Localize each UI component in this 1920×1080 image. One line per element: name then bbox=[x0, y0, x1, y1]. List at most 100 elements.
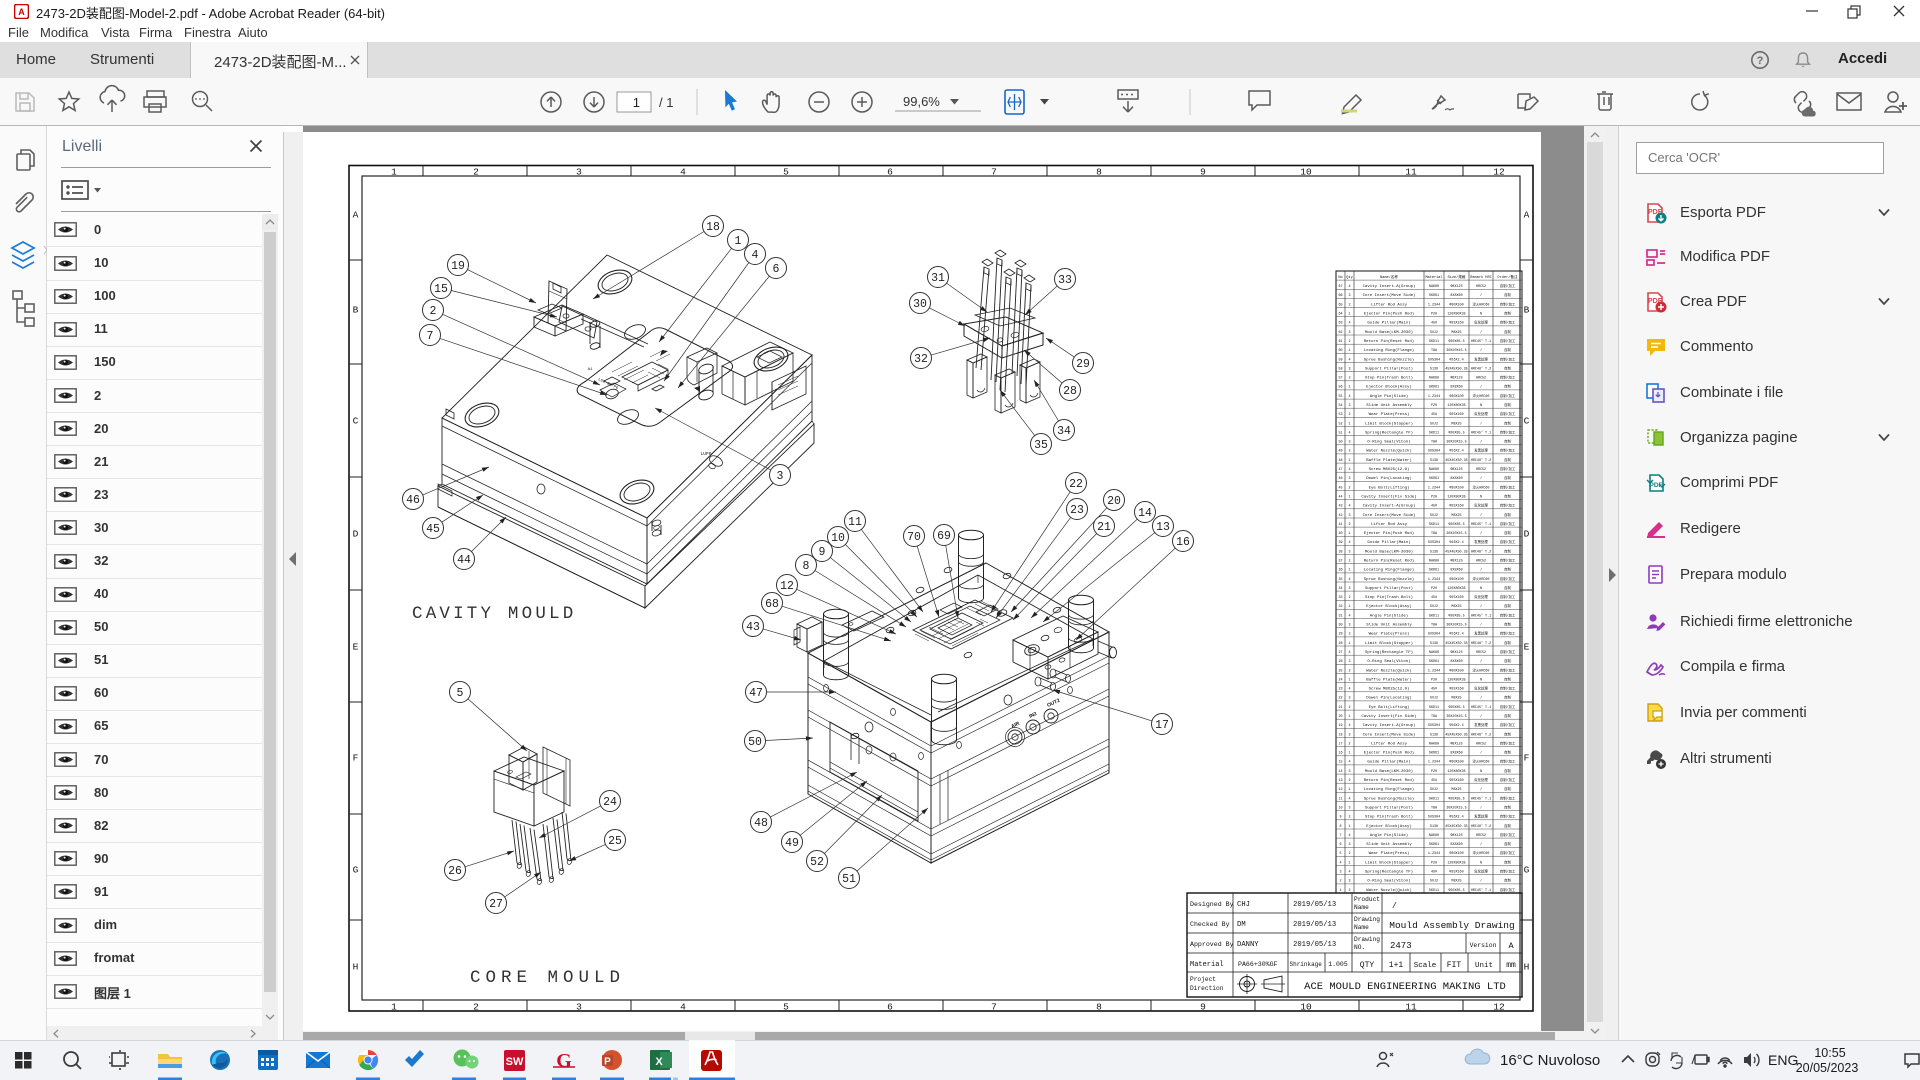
svg-text:7: 7 bbox=[427, 330, 434, 343]
svg-text:4: 4 bbox=[680, 1002, 686, 1013]
svg-text:/: / bbox=[1480, 513, 1482, 518]
svg-text:8X8X60: 8X8X60 bbox=[1450, 386, 1462, 390]
svg-text:60: 60 bbox=[1338, 349, 1342, 353]
svg-text:10: 10 bbox=[1300, 167, 1312, 178]
svg-text:/: / bbox=[1480, 696, 1482, 701]
svg-text:氮化处理: 氮化处理 bbox=[1474, 777, 1488, 783]
svg-text:N: N bbox=[1480, 770, 1482, 774]
svg-text:E: E bbox=[353, 642, 359, 653]
svg-text:6: 6 bbox=[887, 167, 893, 178]
svg-text:7: 7 bbox=[991, 1002, 997, 1013]
svg-text:自制: 自制 bbox=[1504, 494, 1511, 500]
svg-text:NAK80: NAK80 bbox=[1429, 743, 1439, 747]
svg-text:N: N bbox=[1480, 678, 1482, 682]
svg-text:31: 31 bbox=[1338, 614, 1342, 618]
svg-text:30: 30 bbox=[1338, 624, 1342, 628]
svg-text:30: 30 bbox=[913, 298, 927, 311]
svg-text:/: / bbox=[1480, 623, 1482, 628]
svg-text:自制/加工: 自制/加工 bbox=[1500, 484, 1516, 490]
svg-text:Ejector Block(Assy): Ejector Block(Assy) bbox=[1366, 604, 1412, 609]
svg-text:自制/加工: 自制/加工 bbox=[1500, 612, 1516, 618]
svg-text:34: 34 bbox=[1057, 425, 1071, 438]
svg-text:12: 12 bbox=[1338, 788, 1342, 792]
svg-text:/ 1: / 1 bbox=[659, 95, 673, 110]
svg-text:Designed By: Designed By bbox=[1190, 901, 1234, 908]
svg-text:1.2344: 1.2344 bbox=[1428, 395, 1440, 399]
svg-text:7: 7 bbox=[1339, 834, 1341, 838]
svg-text:1.2344: 1.2344 bbox=[1428, 303, 1440, 307]
svg-text:Core Insert(Move Side): Core Insert(Move Side) bbox=[1363, 732, 1416, 737]
svg-text:1: 1 bbox=[1348, 422, 1350, 426]
svg-text:自制: 自制 bbox=[1504, 768, 1511, 774]
svg-text:Baffle Plate(Water): Baffle Plate(Water) bbox=[1366, 458, 1412, 463]
svg-text:Eye Bolt(Lifting): Eye Bolt(Lifting) bbox=[1369, 485, 1410, 490]
svg-text:19: 19 bbox=[451, 260, 465, 273]
svg-text:Core Insert(Move Side): Core Insert(Move Side) bbox=[1363, 513, 1416, 518]
svg-text:11: 11 bbox=[1405, 1002, 1417, 1013]
svg-text:M8X25: M8X25 bbox=[1451, 514, 1461, 518]
svg-text:自制: 自制 bbox=[1504, 329, 1511, 335]
svg-text:Support Pillar(Post): Support Pillar(Post) bbox=[1365, 806, 1413, 811]
svg-text:1: 1 bbox=[1348, 788, 1350, 792]
svg-text:自制: 自制 bbox=[1504, 658, 1511, 664]
svg-text:1: 1 bbox=[1348, 313, 1350, 317]
svg-text:SKD61: SKD61 bbox=[1429, 843, 1439, 847]
svg-text:10: 10 bbox=[1338, 807, 1342, 811]
svg-text:M8X25: M8X25 bbox=[1451, 605, 1461, 609]
svg-text:1: 1 bbox=[1348, 642, 1350, 646]
svg-text:4: 4 bbox=[1348, 724, 1350, 728]
svg-text:1.2344: 1.2344 bbox=[1428, 761, 1440, 765]
svg-text:1: 1 bbox=[1348, 386, 1350, 390]
svg-text:14: 14 bbox=[1138, 507, 1152, 520]
svg-text:Dowel Pin(Locating): Dowel Pin(Locating) bbox=[1366, 696, 1412, 701]
svg-text:Dowel Pin(Locating): Dowel Pin(Locating) bbox=[1366, 476, 1412, 481]
svg-text:Φ16X2.4: Φ16X2.4 bbox=[1449, 632, 1463, 637]
svg-text:SUJ2: SUJ2 bbox=[1430, 331, 1438, 335]
svg-text:G: G bbox=[1524, 865, 1530, 876]
svg-text:Φ16X2.4: Φ16X2.4 bbox=[1449, 815, 1463, 820]
svg-text:1.2344: 1.2344 bbox=[1428, 486, 1440, 490]
svg-text:Mould Base(LKM-2030): Mould Base(LKM-2030) bbox=[1365, 549, 1413, 554]
svg-text:47: 47 bbox=[1338, 468, 1342, 472]
svg-text:Size/规格: Size/规格 bbox=[1448, 274, 1466, 280]
svg-text:Φ20X85.5: Φ20X85.5 bbox=[1448, 339, 1464, 344]
svg-text:64: 64 bbox=[1338, 313, 1342, 317]
svg-text:SKD61: SKD61 bbox=[1429, 752, 1439, 756]
svg-text:3: 3 bbox=[1348, 660, 1350, 664]
svg-text:11: 11 bbox=[1405, 167, 1417, 178]
svg-text:2: 2 bbox=[1348, 560, 1350, 564]
svg-text:10: 10 bbox=[831, 532, 845, 545]
svg-text:21: 21 bbox=[1097, 521, 1111, 534]
svg-text:Cavity Insert-A(Group): Cavity Insert-A(Group) bbox=[1363, 504, 1416, 509]
svg-text:NAK80: NAK80 bbox=[1429, 468, 1439, 472]
svg-text:T8A: T8A bbox=[1431, 807, 1438, 811]
svg-text:Φ30X100: Φ30X100 bbox=[1449, 394, 1463, 399]
svg-text:3: 3 bbox=[1348, 367, 1350, 371]
svg-text:44: 44 bbox=[457, 554, 471, 567]
svg-text:3: 3 bbox=[1348, 770, 1350, 774]
svg-text:Sprue Bushing(Nozzle): Sprue Bushing(Nozzle) bbox=[1364, 796, 1414, 801]
svg-text:HRC52: HRC52 bbox=[1476, 651, 1486, 655]
svg-text:X: X bbox=[655, 1056, 663, 1068]
svg-text:NAK80: NAK80 bbox=[1429, 834, 1439, 838]
svg-text:8X8X60: 8X8X60 bbox=[1450, 569, 1462, 573]
svg-text:1.005: 1.005 bbox=[1328, 961, 1348, 968]
svg-text:CAVITY MOULD: CAVITY MOULD bbox=[412, 604, 576, 624]
svg-text:5: 5 bbox=[1339, 852, 1341, 856]
svg-text:T8A: T8A bbox=[1431, 532, 1438, 536]
svg-text:120X80X35: 120X80X35 bbox=[1447, 496, 1465, 500]
svg-text:48: 48 bbox=[754, 817, 768, 830]
svg-text:3: 3 bbox=[576, 1002, 582, 1013]
svg-text:20/05/2023: 20/05/2023 bbox=[1796, 1061, 1859, 1075]
svg-text:4: 4 bbox=[1339, 861, 1341, 865]
svg-text:自制/加工: 自制/加工 bbox=[1500, 301, 1516, 307]
svg-text:Eye Bolt(Lifting): Eye Bolt(Lifting) bbox=[1369, 705, 1410, 710]
svg-text:2: 2 bbox=[1348, 852, 1350, 856]
svg-text:Direction: Direction bbox=[1190, 985, 1224, 992]
svg-text:Qty: Qty bbox=[1346, 276, 1353, 280]
svg-text:46: 46 bbox=[406, 494, 420, 507]
svg-text:30X20X15.5: 30X20X15.5 bbox=[1446, 807, 1466, 811]
svg-text:23: 23 bbox=[1338, 688, 1342, 692]
svg-text:4: 4 bbox=[1348, 395, 1350, 399]
svg-text:16: 16 bbox=[1338, 752, 1342, 756]
